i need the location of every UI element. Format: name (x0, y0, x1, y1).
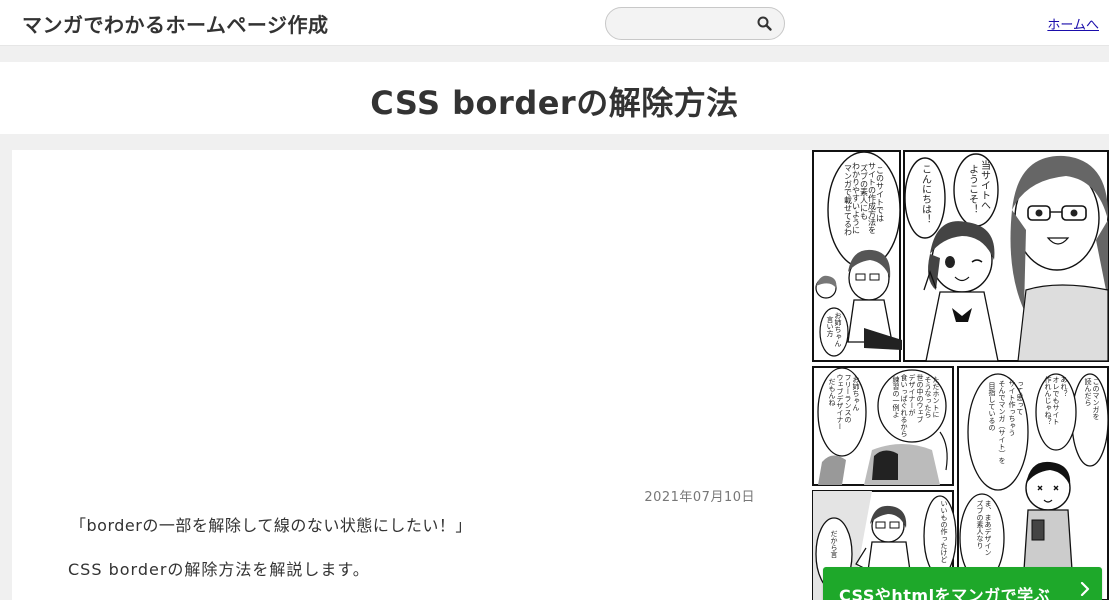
balloon-text: 食いっぱぐれるから (900, 373, 908, 437)
balloon-text: サイト作っちゃう (1008, 380, 1016, 436)
balloon-text: 練習の一例よ (892, 375, 900, 418)
balloon-text: って思って (1016, 380, 1024, 415)
learn-manga-button[interactable]: CSSやhtmlをマンガで学ぶ (823, 567, 1102, 600)
balloon-text: サイトの作成方法を (868, 162, 877, 234)
balloon-text: ウェブデザイナー (836, 374, 844, 430)
balloon-text: ズブの素人にも (860, 163, 869, 220)
manga-illustration: このサイトでは サイトの作成方法を ズブの素人にも わかりやすいように マンガで… (812, 150, 1109, 600)
balloon-text: 世の中のウェブ (916, 373, 924, 423)
balloon-text: そんでマンガ（サイト）を (998, 380, 1006, 464)
balloon-text: わかりやすいように (852, 162, 861, 234)
site-header: マンガでわかるホームページ作成 ホームへ (0, 0, 1109, 46)
balloon-text: いいもの作ったけど (940, 500, 948, 563)
balloon-text: そうなったら (924, 376, 932, 418)
balloon-text: 目指しているの (988, 382, 996, 431)
search-box[interactable] (605, 7, 785, 40)
post-date: 2021年07月10日 (644, 490, 755, 505)
balloon-text: 言い方 (826, 315, 834, 338)
balloon-text: デザイナーが (908, 373, 916, 416)
balloon-text: だから言 (830, 530, 838, 559)
balloon-text: こんにちは！ (920, 164, 932, 224)
balloon-text: ま、まあデザイン (984, 500, 992, 556)
balloon-text: あれ？ (1060, 376, 1068, 397)
balloon-text: ズブの素人なり (976, 499, 984, 549)
balloon-text: このサイトでは (876, 166, 885, 222)
search-input[interactable] (618, 14, 748, 34)
balloon-text: マンガで載せてるわ (844, 164, 853, 236)
balloon-text: ようこそ！ (967, 164, 979, 214)
chevron-right-icon (1080, 581, 1090, 600)
balloon-text: お姉ちゃん (834, 312, 842, 347)
home-link[interactable]: ホームへ (1047, 14, 1099, 33)
balloon-text: ただホントに (932, 376, 940, 418)
balloon-text: 当サイトへ (979, 159, 991, 210)
article-paragraph-1: 「borderの一部を解除して線のない状態にしたい！」 (70, 516, 472, 535)
balloon-text: フリーランスの (844, 374, 852, 423)
article-content: 2021年07月10日 「borderの一部を解除して線のない状態にしたい！」 … (12, 150, 812, 600)
balloon-text: オレでもサイト (1052, 376, 1060, 425)
balloon-text: 読んだら (1084, 377, 1092, 406)
site-title[interactable]: マンガでわかるホームページ作成 (22, 9, 329, 38)
title-band: CSS borderの解除方法 (0, 62, 1109, 134)
balloon-text: このマンガを (1092, 378, 1100, 420)
balloon-text: 作れんじゃね？ (1044, 375, 1052, 425)
article-paragraph-2: CSS borderの解除方法を解説します。 (68, 560, 370, 579)
search-icon[interactable] (756, 15, 774, 33)
balloon-text: お姉ちゃん (852, 376, 860, 411)
page-title: CSS borderの解除方法 (370, 84, 739, 122)
balloon-text: だもんね (828, 378, 836, 406)
cta-label: CSSやhtmlをマンガで学ぶ (839, 586, 1051, 600)
